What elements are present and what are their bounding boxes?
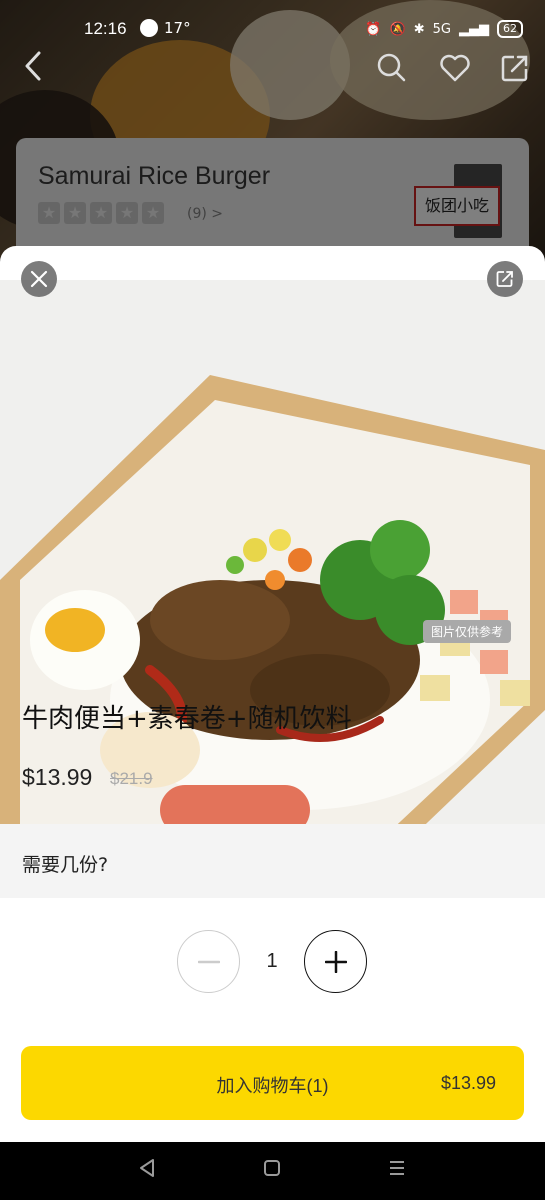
battery-icon: 62 (497, 20, 523, 38)
back-chevron-icon[interactable] (22, 50, 44, 86)
quantity-stepper: 1 (0, 930, 545, 994)
original-price: $21.9 (110, 769, 153, 788)
share-item-button[interactable] (487, 261, 523, 297)
quantity-value: 1 (266, 950, 278, 972)
top-nav (0, 50, 545, 90)
decrease-button[interactable] (177, 930, 240, 993)
heart-icon[interactable] (439, 54, 471, 86)
system-nav-bar (0, 1142, 545, 1200)
nav-home-icon[interactable] (263, 1158, 281, 1182)
share-icon[interactable] (500, 53, 530, 87)
weather-indicator: 17° (140, 19, 191, 37)
plus-icon (324, 950, 347, 973)
network-type: 5G (432, 21, 451, 37)
mute-icon: 🔕 (389, 21, 406, 37)
increase-button[interactable] (304, 930, 367, 993)
add-to-cart-button[interactable]: 加入购物车(1) $13.99 (21, 1046, 524, 1120)
item-detail-sheet: 图片仅供参考 牛肉便当+素春卷+随机饮料 $13.99 $21.9 需要几份? … (0, 246, 545, 1142)
nav-back-icon[interactable] (138, 1158, 156, 1182)
weather-icon (140, 19, 158, 37)
share-icon (496, 271, 513, 287)
close-button[interactable] (21, 261, 57, 297)
search-icon[interactable] (376, 52, 406, 86)
temperature: 17° (164, 19, 191, 37)
minus-icon (197, 960, 220, 963)
signal-icon: ▂▄▆ (459, 21, 489, 37)
quantity-section: 需要几份? (0, 824, 545, 898)
close-icon (30, 270, 48, 288)
item-price: $13.99 (22, 764, 93, 790)
alarm-icon: ⏰ (365, 21, 382, 37)
add-to-cart-price: $13.99 (440, 1073, 496, 1093)
quantity-question: 需要几份? (22, 854, 109, 876)
system-icons: ⏰ 🔕 ✱ 5G ▂▄▆ 62 (365, 20, 523, 38)
item-title: 牛肉便当+素春卷+随机饮料 (22, 704, 352, 734)
photo-reference-tag: 图片仅供参考 (422, 620, 511, 643)
bluetooth-icon: ✱ (413, 21, 425, 37)
nav-recents-icon[interactable] (388, 1158, 406, 1182)
status-time: 12:16 (84, 19, 127, 38)
